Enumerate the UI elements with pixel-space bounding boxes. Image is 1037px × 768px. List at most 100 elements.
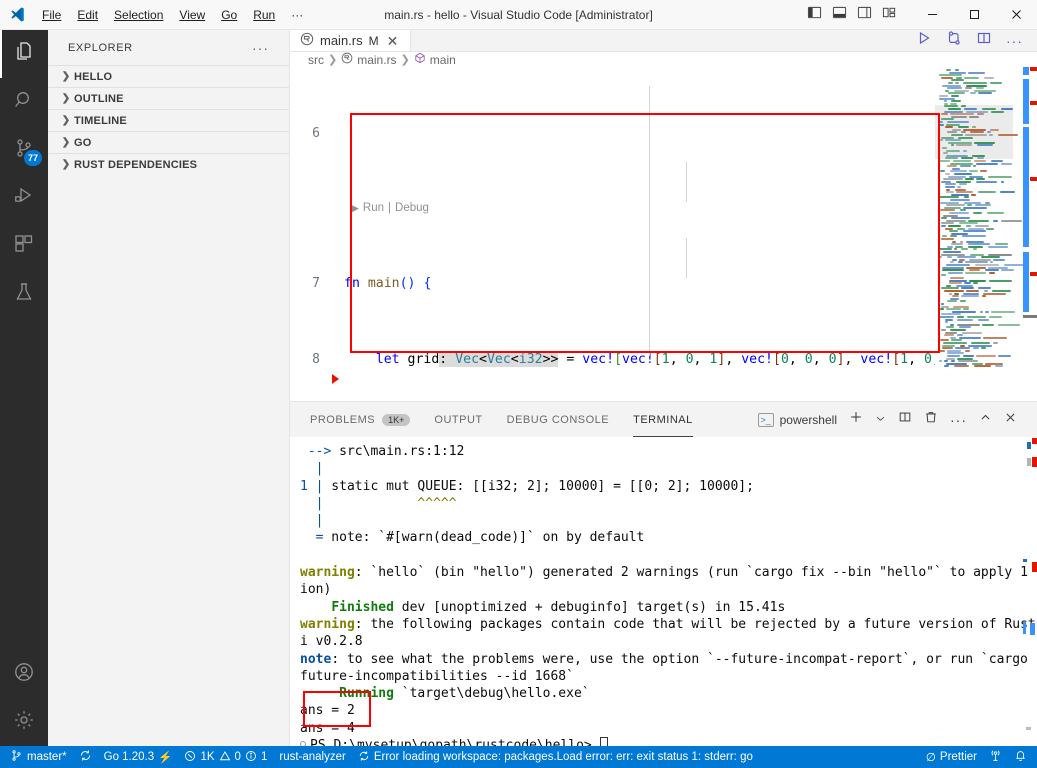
terminal-prompt-line[interactable]: PS D:\mysetup\gopath\rustcode\hello> — [290, 737, 1037, 746]
terminal-selector[interactable]: >_ powershell — [757, 412, 837, 427]
code-content[interactable]: 6 ▶ Run | Debug 7 fn main() {8 let grid… — [290, 67, 935, 401]
overview-ruler[interactable] — [1023, 67, 1037, 401]
status-sync[interactable] — [73, 746, 98, 768]
minimap-line — [1000, 191, 1015, 194]
activitybar-item-search[interactable] — [0, 78, 48, 126]
tab-output[interactable]: OUTPUT — [434, 402, 482, 437]
codelens-debug-link[interactable]: Debug — [395, 199, 429, 218]
radio-tower-icon — [989, 749, 1002, 765]
minimap-line — [950, 277, 964, 279]
status-go-version[interactable]: Go 1.20.3 ⚡ — [98, 746, 179, 768]
panel-tab-label: OUTPUT — [434, 413, 483, 426]
breadcrumb-item-src[interactable]: src — [308, 53, 324, 67]
code-line[interactable]: 8 let grid: Vec<Vec<i32>> = vec![vec![1,… — [290, 350, 935, 369]
sidebar-more-actions-icon[interactable]: ··· — [252, 40, 269, 56]
tab-close-icon[interactable]: ✕ — [385, 34, 401, 48]
activitybar-item-extensions[interactable] — [0, 222, 48, 270]
breadcrumb-item-main-rs[interactable]: main.rs — [341, 52, 397, 67]
minimap-line — [964, 108, 977, 110]
codelens-run-link[interactable]: Run — [363, 199, 384, 218]
menu-run[interactable]: Run — [245, 5, 283, 25]
terminal-dropdown-icon[interactable] — [875, 411, 886, 429]
terminal-output[interactable]: --> src\main.rs:1:12 | 1 | static mut QU… — [290, 437, 1037, 746]
files-explorer-icon — [12, 40, 36, 69]
status-rust-analyzer[interactable]: rust-analyzer — [273, 746, 351, 768]
menu-selection[interactable]: Selection — [106, 5, 171, 25]
indent-guide — [649, 86, 650, 356]
minimap[interactable] — [935, 67, 1023, 401]
split-terminal-icon[interactable] — [898, 410, 912, 429]
close-panel-icon[interactable] — [1004, 411, 1017, 429]
run-code-icon[interactable] — [916, 30, 932, 51]
code-line[interactable]: 6 — [290, 124, 935, 143]
codelens-run-debug[interactable]: ▶ Run | Debug — [290, 200, 935, 217]
toggle-secondary-sidebar-icon[interactable] — [857, 5, 872, 25]
toggle-panel-icon[interactable] — [832, 5, 847, 25]
minimap-line — [975, 204, 991, 207]
terminal-scrollbar[interactable] — [1023, 437, 1037, 746]
panel-more-actions-icon[interactable]: ··· — [950, 413, 967, 427]
editor-horizontal-scrollbar[interactable] — [290, 397, 935, 401]
tab-terminal[interactable]: TERMINAL — [633, 402, 693, 437]
sidebar-item-go[interactable]: ❯ GO — [48, 131, 289, 153]
minimap-line — [980, 170, 987, 173]
minimap-line — [976, 162, 998, 165]
window-maximize-button[interactable] — [953, 0, 995, 30]
sidebar-item-timeline[interactable]: ❯ TIMELINE — [48, 109, 289, 131]
status-notifications[interactable] — [1008, 746, 1033, 768]
status-branch[interactable]: master* — [4, 746, 73, 768]
menu-go[interactable]: Go — [213, 5, 245, 25]
activitybar-item-manage-settings[interactable] — [0, 698, 48, 746]
status-problems[interactable]: 1K 0 1 — [178, 746, 273, 768]
code-editor[interactable]: 6 ▶ Run | Debug 7 fn main() {8 let grid… — [290, 67, 1037, 401]
customize-layout-icon[interactable] — [882, 5, 897, 25]
terminal-line-ans: ans = 4 — [300, 720, 355, 736]
minimap-line — [939, 360, 942, 363]
new-terminal-icon[interactable] — [849, 410, 863, 429]
editor-more-actions-icon[interactable]: ··· — [1006, 34, 1023, 48]
minimap-line — [945, 139, 961, 142]
activitybar-item-testing[interactable] — [0, 270, 48, 318]
minimap-line — [963, 149, 967, 152]
split-editor-icon[interactable] — [976, 30, 992, 51]
minimap-line — [976, 178, 985, 181]
menu-more[interactable]: ··· — [283, 5, 311, 25]
sidebar-item-hello[interactable]: ❯ HELLO — [48, 65, 289, 87]
minimap-line — [947, 121, 969, 123]
minimap-line — [951, 360, 955, 363]
maximize-panel-icon[interactable] — [979, 411, 992, 429]
rust-analyzer-label: rust-analyzer — [279, 751, 346, 763]
toggle-primary-sidebar-icon[interactable] — [807, 5, 822, 25]
status-remote-or-editor-icon[interactable] — [983, 746, 1008, 768]
menu-bar[interactable]: File Edit Selection View Go Run ··· — [34, 5, 311, 25]
tab-debug-console[interactable]: DEBUG CONSOLE — [507, 402, 609, 437]
title-bar-right — [807, 0, 1037, 30]
menu-edit[interactable]: Edit — [69, 5, 106, 25]
code-lines-container[interactable]: 6 ▶ Run | Debug 7 fn main() {8 let grid… — [290, 67, 935, 401]
run-and-debug-icon[interactable] — [946, 30, 962, 51]
activitybar-item-accounts[interactable] — [0, 650, 48, 698]
tab-problems[interactable]: PROBLEMS 1K+ — [310, 402, 411, 437]
sidebar-item-outline[interactable]: ❯ OUTLINE — [48, 87, 289, 109]
breadcrumb-item-main[interactable]: main — [414, 52, 456, 67]
minimap-line — [944, 100, 947, 103]
minimap-line — [978, 318, 989, 321]
sidebar-empty-area — [48, 175, 289, 746]
activitybar-item-run-and-debug[interactable] — [0, 174, 48, 222]
code-line[interactable]: 7 fn main() { — [290, 274, 935, 293]
status-prettier[interactable]: ∅ Prettier — [920, 746, 983, 768]
minimap-line — [984, 290, 988, 292]
activitybar-item-source-control[interactable]: 77 — [0, 126, 48, 174]
menu-file[interactable]: File — [34, 5, 69, 25]
window-close-button[interactable] — [995, 0, 1037, 30]
terminal-line: Finished dev [unoptimized + debuginfo] t… — [331, 599, 786, 615]
sidebar-item-rust-dependencies[interactable]: ❯ RUST DEPENDENCIES — [48, 153, 289, 175]
kill-terminal-icon[interactable] — [924, 410, 938, 429]
minimap-line — [951, 217, 970, 220]
minimap-line — [946, 149, 960, 152]
status-workspace-error[interactable]: Error loading workspace: packages.Load e… — [352, 746, 759, 768]
activitybar-item-explorer[interactable] — [0, 30, 48, 78]
tab-main-rs[interactable]: main.rs M ✕ — [290, 30, 412, 51]
menu-view[interactable]: View — [171, 5, 213, 25]
window-minimize-button[interactable] — [911, 0, 953, 30]
